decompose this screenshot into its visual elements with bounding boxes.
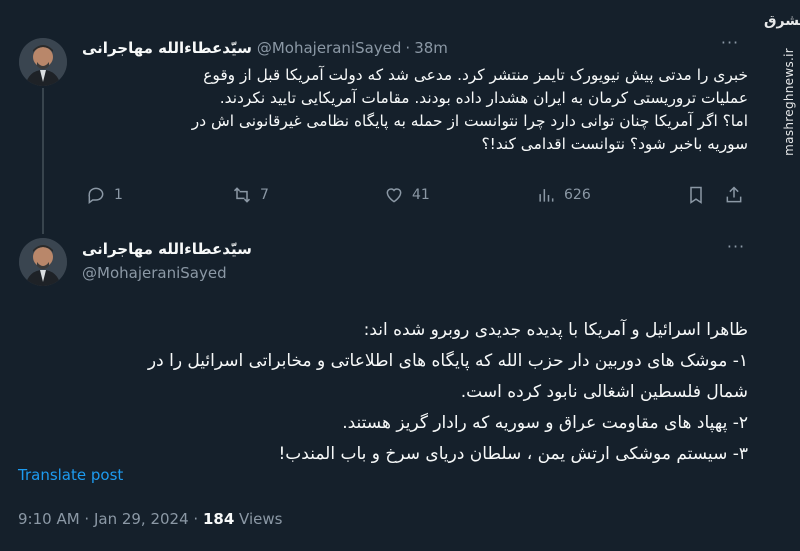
- tweet-actions: 1 7 41 626: [82, 184, 748, 208]
- share-button[interactable]: [724, 184, 752, 206]
- author-name[interactable]: سیّدعطاءالله مهاجرانی: [82, 240, 252, 258]
- author-name[interactable]: سیّدعطاءالله مهاجرانی: [82, 39, 252, 57]
- tweet-text: خبری را مدتی پیش نیویورک تایمز منتشر کرد…: [82, 64, 748, 156]
- thread-connector: [42, 88, 44, 234]
- repost-icon: [233, 187, 251, 203]
- bookmark-icon: [690, 186, 702, 204]
- tweet-line: اما؟ اگر آمریکا چنان توانی دارد چرا نتوا…: [191, 112, 748, 130]
- reply-icon: [88, 187, 104, 204]
- post-metadata: 9:10 AM · Jan 29, 2024 · 184 Views: [18, 510, 282, 528]
- more-options-icon[interactable]: ···: [720, 35, 740, 56]
- watermark-logo: مشرق: [764, 13, 800, 29]
- tweet-line: عملیات تروریستی کرمان به ایران هشدار داد…: [219, 89, 748, 107]
- tweet-header: سیّدعطاءالله مهاجرانی @MohajeraniSayed ·…: [82, 38, 448, 58]
- separator-dot: ·: [405, 39, 411, 57]
- avatar[interactable]: [19, 238, 67, 286]
- heart-icon: [386, 188, 402, 203]
- views-count: 184: [202, 510, 235, 528]
- reply-button[interactable]: 1: [86, 184, 123, 206]
- post-timestamp[interactable]: 9:10 AM · Jan 29, 2024 ·: [18, 510, 203, 528]
- share-icon: [726, 186, 742, 203]
- more-options-icon[interactable]: ···: [726, 239, 746, 260]
- views-icon: [539, 189, 554, 202]
- tweet-line: ۲- پهپاد های مقاومت عراق و سوریه که رادا…: [342, 413, 748, 433]
- post-time[interactable]: 38m: [414, 39, 448, 57]
- tweet-line: سوریه باخبر شود؟ نتوانست اقدامی کند!؟: [481, 135, 749, 153]
- tweet-line: ظاهرا اسرائیل و آمریکا با پدیده جدیدی رو…: [363, 320, 748, 340]
- repost-button[interactable]: 7: [232, 184, 269, 206]
- tweet-line: ۱- موشک های دوربین دار حزب الله که پایگا…: [147, 351, 748, 371]
- bookmark-button[interactable]: [686, 184, 714, 206]
- views-label: Views: [234, 510, 283, 528]
- like-count: 41: [412, 187, 430, 203]
- repost-count: 7: [260, 187, 269, 203]
- tweet-line: خبری را مدتی پیش نیویورک تایمز منتشر کرد…: [203, 66, 748, 84]
- author-handle[interactable]: @MohajeraniSayed: [82, 264, 227, 282]
- avatar[interactable]: [19, 38, 67, 86]
- translate-post-link[interactable]: Translate post: [18, 466, 123, 484]
- watermark: مشرق mashreghnews.ir: [762, 0, 800, 551]
- watermark-site: mashreghnews.ir: [782, 48, 796, 156]
- views-button[interactable]: 626: [536, 184, 591, 206]
- reply-count: 1: [114, 187, 123, 203]
- view-count: 626: [564, 187, 591, 203]
- tweet-text: ظاهرا اسرائیل و آمریکا با پدیده جدیدی رو…: [18, 315, 748, 470]
- tweet-line: شمال فلسطین اشغالی نابود کرده است.: [460, 382, 748, 402]
- tweet-line: ۳- سیستم موشکی ارتش یمن ، سلطان دریای سر…: [278, 444, 748, 464]
- like-button[interactable]: 41: [384, 184, 430, 206]
- author-handle[interactable]: @MohajeraniSayed: [257, 39, 402, 57]
